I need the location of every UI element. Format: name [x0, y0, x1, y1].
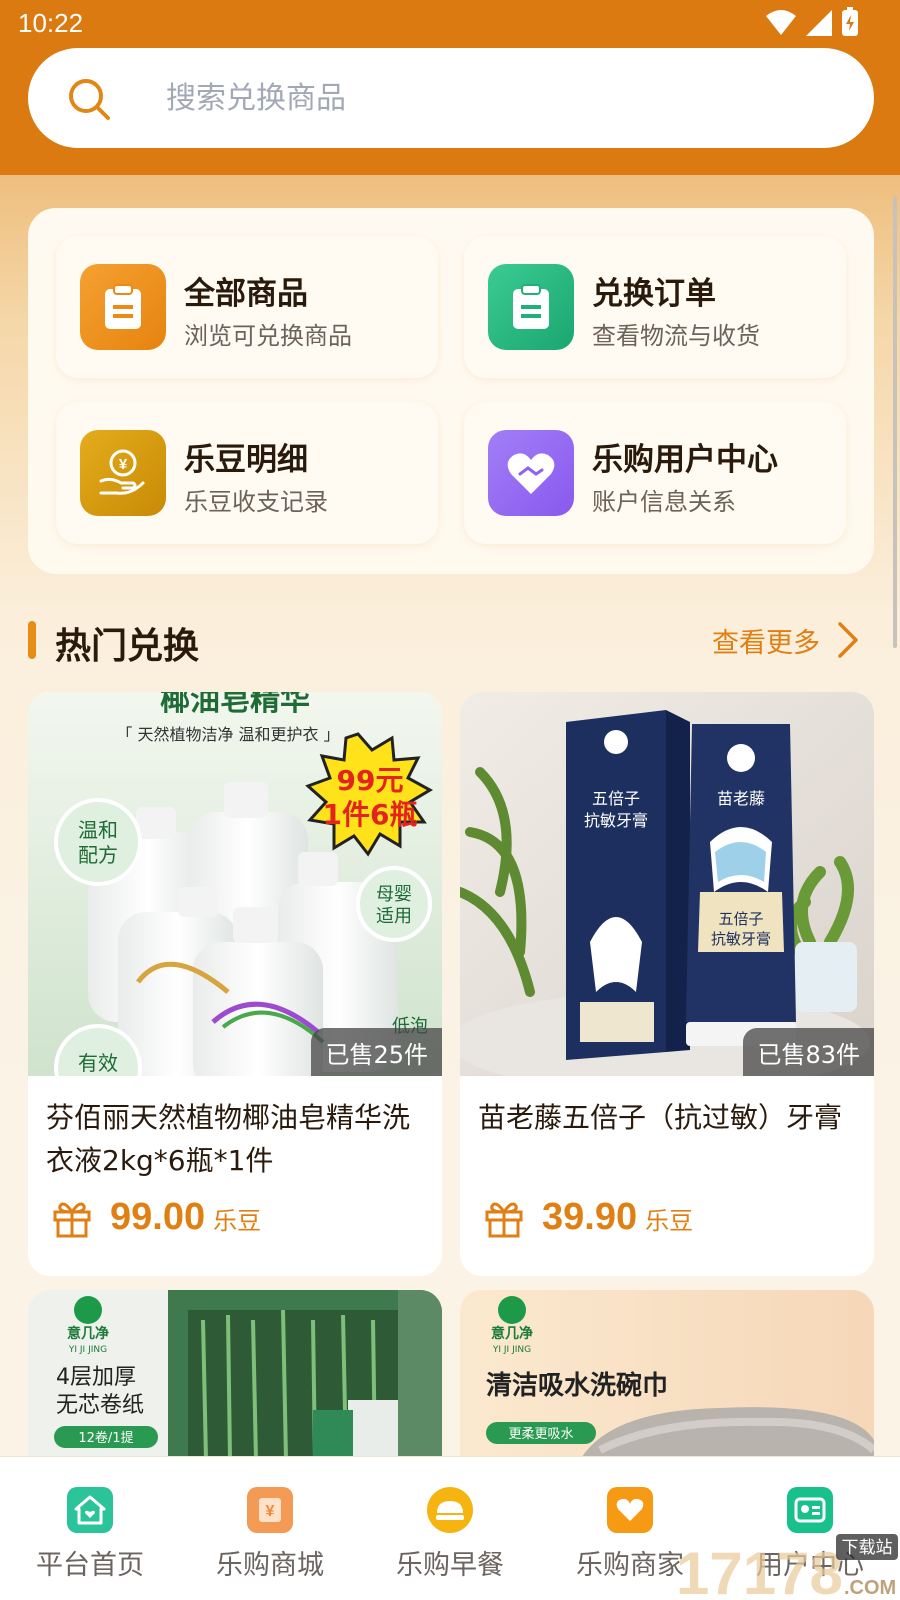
image-line-2: 无芯卷纸: [56, 1393, 144, 1418]
menu-title: 全部商品: [184, 276, 308, 312]
badge-right-2: 适用: [376, 906, 412, 927]
menu-subtitle: 账户信息关系: [592, 488, 736, 516]
box-line-2: 抗敏牙膏: [584, 811, 648, 830]
watermark-logo: 17178 下载站 .COM: [676, 1534, 898, 1600]
brand-pinyin: YI JI JING: [492, 1345, 531, 1355]
tube-brand: 苗老藤: [717, 789, 765, 808]
product-image[interactable]: 五倍子 抗敏牙膏 苗老藤 五倍子 抗敏牙膏 已售83件: [460, 692, 874, 1076]
product-card[interactable]: 意几净 YI JI JING 清洁吸水洗碗巾 更柔更吸水: [460, 1290, 874, 1460]
gift-icon: [485, 1202, 523, 1237]
box-line-1: 五倍子: [592, 789, 640, 808]
view-more-label: 查看更多: [712, 627, 820, 659]
price-unit: 乐豆: [645, 1207, 694, 1235]
home-icon: [67, 1487, 113, 1533]
signal-icon: [806, 10, 832, 36]
watermark-domain: .COM: [844, 1577, 896, 1599]
image-tag: 12卷/1提: [78, 1430, 133, 1446]
product-card[interactable]: 五倍子 抗敏牙膏 苗老藤 五倍子 抗敏牙膏 已售83件 苗老藤五倍子（抗过敏）牙…: [460, 692, 874, 1276]
brand-logo-text: 意几净: [67, 1325, 109, 1342]
gift-icon: [53, 1202, 91, 1237]
tube-line-2: 抗敏牙膏: [711, 930, 771, 948]
brand-pinyin: YI JI JING: [68, 1345, 107, 1355]
price-value: 99.00: [110, 1196, 206, 1238]
badge-left-1: 温和: [78, 818, 118, 842]
clipboard-icon: [488, 264, 574, 350]
menu-ledou-details[interactable]: ¥ 乐豆明细 乐豆收支记录: [56, 402, 438, 544]
quick-menu-card: 全部商品 浏览可兑换商品 兑换订单 查看物流与收货 ¥ 乐豆明细 乐豆收支记录 …: [28, 208, 874, 574]
scrollbar[interactable]: [893, 196, 897, 648]
sold-count-badge: 已售25件: [311, 1028, 442, 1076]
battery-icon: [842, 7, 858, 36]
price-unit: 乐豆: [213, 1207, 262, 1235]
image-line-1: 4层加厚: [56, 1365, 136, 1390]
merchant-icon: [607, 1487, 653, 1533]
search-input[interactable]: [166, 74, 766, 122]
section-title: 热门兑换: [55, 626, 200, 667]
nav-breakfast[interactable]: 乐购早餐: [375, 1487, 525, 1582]
chevron-right-icon: [838, 622, 858, 658]
product-image[interactable]: 椰油皂精华 「 天然植物洁净 温和更护衣 」 99元 1件6瓶 温和 配方 母婴…: [28, 692, 442, 1076]
brand-logo-text: 意几净: [491, 1325, 533, 1342]
image-headline: 清洁吸水洗碗巾: [486, 1370, 668, 1401]
nav-label: 乐购早餐: [396, 1550, 504, 1581]
view-more-link[interactable]: 查看更多: [712, 620, 862, 660]
menu-title: 乐购用户中心: [592, 442, 778, 478]
watermark-text: 17178: [676, 1540, 843, 1600]
product-name: 苗老藤五倍子（抗过敏）牙膏: [478, 1101, 843, 1134]
wifi-icon: [766, 10, 796, 35]
status-bar: 10:22: [0, 0, 900, 48]
price-row: 39.90 乐豆: [484, 1196, 693, 1239]
app-screen: 10:22 全部商品 浏览可兑换商品: [0, 0, 900, 1600]
heart-handshake-icon: [488, 430, 574, 516]
price-value: 39.90: [542, 1196, 638, 1238]
status-time: 10:22: [18, 8, 84, 38]
nav-label: 平台首页: [36, 1550, 144, 1581]
svg-text:¥: ¥: [119, 456, 128, 473]
burst-line-2: 1件6瓶: [323, 798, 418, 831]
burst-line-1: 99元: [337, 764, 404, 797]
header: 10:22: [0, 0, 900, 175]
image-headline: 椰油皂精华: [160, 692, 310, 718]
sold-count-badge: 已售83件: [743, 1028, 874, 1076]
search-bar[interactable]: [28, 48, 874, 148]
image-tag: 更柔更吸水: [508, 1427, 573, 1442]
product-card[interactable]: 椰油皂精华 「 天然植物洁净 温和更护衣 」 99元 1件6瓶 温和 配方 母婴…: [28, 692, 442, 1276]
product-name: 芬佰丽天然植物椰油皂精华洗衣液2kg*6瓶*1件: [46, 1101, 411, 1177]
search-icon[interactable]: [66, 76, 112, 122]
menu-subtitle: 乐豆收支记录: [184, 488, 328, 516]
watermark-sub: 下载站: [842, 1538, 893, 1558]
badge-bottom-left: 有效: [78, 1051, 118, 1075]
nav-home[interactable]: 平台首页: [15, 1487, 165, 1582]
image-tagline: 「 天然植物洁净 温和更护衣 」: [116, 725, 339, 744]
menu-subtitle: 查看物流与收货: [592, 322, 760, 350]
svg-text:¥: ¥: [266, 1503, 275, 1520]
section-accent-bar: [28, 621, 36, 659]
menu-title: 乐豆明细: [184, 442, 308, 478]
tube-line-1: 五倍子: [718, 910, 763, 928]
badge-right-1: 母婴: [376, 884, 412, 905]
badge-left-2: 配方: [78, 843, 118, 867]
status-icons: [766, 7, 858, 36]
menu-all-products[interactable]: 全部商品 浏览可兑换商品: [56, 236, 438, 378]
menu-subtitle: 浏览可兑换商品: [184, 322, 352, 350]
menu-exchange-orders[interactable]: 兑换订单 查看物流与收货: [464, 236, 846, 378]
coin-hand-icon: ¥: [80, 430, 166, 516]
nav-mall[interactable]: ¥ 乐购商城: [195, 1487, 345, 1582]
clipboard-icon: [80, 264, 166, 350]
nav-label: 乐购商城: [216, 1550, 324, 1581]
price-row: 99.00 乐豆: [52, 1196, 261, 1239]
user-card-icon: [787, 1487, 833, 1533]
menu-title: 兑换订单: [592, 276, 716, 312]
menu-user-center[interactable]: 乐购用户中心 账户信息关系: [464, 402, 846, 544]
product-card[interactable]: 意几净 YI JI JING 4层加厚 无芯卷纸 12卷/1提: [28, 1290, 442, 1460]
breakfast-icon: [427, 1487, 473, 1533]
store-icon: ¥: [247, 1487, 293, 1533]
